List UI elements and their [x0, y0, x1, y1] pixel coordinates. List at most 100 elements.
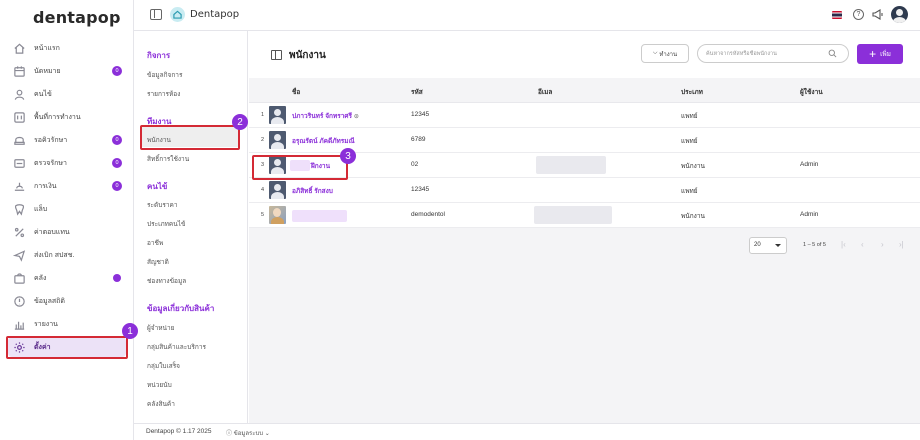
main-content: พนักงาน ⌵ ทำงาน + เพิ่ม ชื่อ รหัส อีเมล …: [249, 31, 920, 423]
submenu-item-unit[interactable]: หน่วยนับ: [147, 380, 172, 390]
add-staff-button[interactable]: + เพิ่ม: [857, 44, 903, 64]
chevron-down-icon: ⌵: [652, 50, 658, 56]
nav-item-home[interactable]: หน้าแรก: [8, 38, 126, 58]
top-bar: Dentapop ?: [134, 0, 920, 31]
staff-name[interactable]: อรุณรัตน์ ภัคดีภัทรมณี: [292, 136, 355, 146]
staff-name[interactable]: อภิสิทธิ์ รักสงบ: [292, 186, 333, 196]
row-number: 5: [261, 212, 265, 218]
store-icon: [12, 271, 26, 285]
nav-item-lab[interactable]: แล็บ: [8, 199, 126, 219]
page-title: พนักงาน: [289, 50, 326, 61]
nav-label: คนไข้: [34, 90, 52, 98]
next-page-icon[interactable]: ›: [881, 240, 884, 249]
page-range: 1 – 5 of 5: [803, 242, 826, 248]
nav-item-store[interactable]: คลัง: [8, 268, 126, 288]
table-row[interactable]: 4 อภิสิทธิ์ รักสงบ 12345 แพทย์: [249, 178, 920, 203]
staff-code: 6789: [411, 136, 426, 143]
search-input[interactable]: [706, 48, 826, 60]
table-row[interactable]: 1 ปภาวรินทร์ จักทราศรี ⊙ 12345 แพทย์: [249, 103, 920, 128]
staff-name: ปภาวรินทร์ จักทราศรี: [292, 113, 353, 120]
version-text: Dentapop © 1.17 2025: [146, 428, 212, 435]
megaphone-icon[interactable]: [872, 9, 884, 22]
first-page-icon[interactable]: |‹: [841, 240, 846, 249]
search-box: [697, 44, 849, 63]
page-header: พนักงาน ⌵ ทำงาน + เพิ่ม: [249, 31, 920, 78]
nav-item-report[interactable]: รายงาน: [8, 314, 126, 334]
submenu-item-supplier[interactable]: ผู้จำหน่าย: [147, 323, 174, 333]
nav-item-queue[interactable]: รอคิวรักษา 0: [8, 130, 126, 150]
row-number: 2: [261, 137, 265, 143]
clinic-name: Dentapop: [190, 9, 240, 20]
prev-page-icon[interactable]: ‹: [861, 240, 864, 249]
nav-item-appointment[interactable]: นัดหมาย 0: [8, 61, 126, 81]
highlight-box-staff: [140, 125, 240, 150]
page-size-select[interactable]: 20: [749, 237, 787, 254]
table-header: ชื่อ รหัส อีเมล ประเภท ผู้ใช้งาน: [249, 78, 920, 103]
nav-label: นัดหมาย: [34, 67, 61, 75]
submenu-item-permissions[interactable]: สิทธิ์การใช้งาน: [147, 154, 189, 164]
redacted-name: [292, 210, 347, 222]
staff-type: พนักงาน: [681, 163, 705, 170]
submenu-item-occupation[interactable]: อาชีพ: [147, 238, 163, 248]
thai-flag-icon[interactable]: [832, 11, 842, 19]
nav-label: หน้าแรก: [34, 44, 60, 52]
app-logo[interactable]: dentapop: [33, 8, 121, 27]
column-header-code[interactable]: รหัส: [411, 87, 423, 97]
column-header-user[interactable]: ผู้ใช้งาน: [800, 87, 823, 97]
submenu-item-product-group[interactable]: กลุ่มสินค้าและบริการ: [147, 342, 206, 352]
nav-item-statistics[interactable]: ข้อมูลสถิติ: [8, 291, 126, 311]
workspace-icon: [12, 110, 26, 124]
column-header-email[interactable]: อีเมล: [538, 87, 552, 97]
submenu-item-receipt-group[interactable]: กลุ่มใบเสร็จ: [147, 361, 180, 371]
submenu-item-price-level[interactable]: ระดับราคา: [147, 200, 177, 210]
column-header-type[interactable]: ประเภท: [681, 87, 703, 97]
help-icon[interactable]: ?: [853, 9, 864, 20]
count-badge: 0: [112, 158, 122, 168]
step-badge-2: 2: [232, 114, 248, 130]
column-header-name[interactable]: ชื่อ: [292, 87, 300, 97]
submenu-item-channel[interactable]: ช่องทางข้อมูล: [147, 276, 186, 286]
clinic-home-icon: [170, 7, 185, 22]
submenu-item-business-info[interactable]: ข้อมูลกิจการ: [147, 70, 182, 80]
staff-user: Admin: [800, 211, 819, 218]
nav-item-patient[interactable]: คนไข้: [8, 84, 126, 104]
table-row[interactable]: 5 demodentol พนักงาน Admin: [249, 203, 920, 228]
nav-item-compensation[interactable]: ค่าตอบแทน: [8, 222, 126, 242]
send-icon: [12, 248, 26, 262]
nav-item-workspace[interactable]: พื้นที่การทำงาน: [8, 107, 126, 127]
submenu-item-nationality[interactable]: สัญชาติ: [147, 257, 169, 267]
home-icon: [12, 41, 26, 55]
staff-type: พนักงาน: [681, 213, 705, 220]
submenu-item-rooms[interactable]: รายการห้อง: [147, 89, 180, 99]
staff-type: แพทย์: [681, 138, 698, 145]
submenu-item-warehouse[interactable]: คลังสินค้า: [147, 399, 175, 409]
submenu-heading: คนไข้: [147, 182, 168, 191]
staff-type: แพทย์: [681, 188, 698, 195]
system-info-label: ข้อมูลระบบ: [233, 431, 264, 437]
sidebar-toggle-icon[interactable]: [150, 9, 162, 20]
status-filter-button[interactable]: ⌵ ทำงาน: [641, 44, 689, 63]
step-badge-1: 1: [122, 323, 138, 339]
search-icon[interactable]: [828, 49, 837, 60]
nav-item-nhso-claim[interactable]: ส่งเบิก สปสช.: [8, 245, 126, 265]
nav-label: รอคิวรักษา: [34, 136, 68, 144]
user-avatar[interactable]: [891, 6, 908, 23]
nav-item-finance[interactable]: การเงิน 0: [8, 176, 126, 196]
system-info-link[interactable]: ⓘ ข้อมูลระบบ ⌄: [226, 428, 270, 438]
highlight-box-intern-row: [252, 155, 348, 180]
staff-avatar: [269, 106, 286, 124]
submenu-item-patient-type[interactable]: ประเภทคนไข้: [147, 219, 185, 229]
pagination: 20 1 – 5 of 5 |‹ ‹ › ›|: [249, 235, 920, 270]
nav-item-treatment[interactable]: ตรวจรักษา 0: [8, 153, 126, 173]
staff-avatar: [269, 131, 286, 149]
row-number: 4: [261, 187, 265, 193]
count-badge: 0: [112, 135, 122, 145]
last-page-icon[interactable]: ›|: [899, 240, 904, 249]
report-icon: [12, 317, 26, 331]
dropdown-caret-icon: [775, 244, 781, 247]
count-badge: 0: [112, 66, 122, 76]
staff-code: 02: [411, 161, 419, 168]
staff-name-link[interactable]: ปภาวรินทร์ จักทราศรี ⊙: [292, 111, 359, 121]
settings-submenu: กิจการ ข้อมูลกิจการ รายการห้อง ทีมงาน พน…: [134, 31, 248, 423]
nav-label: คลัง: [34, 274, 47, 282]
